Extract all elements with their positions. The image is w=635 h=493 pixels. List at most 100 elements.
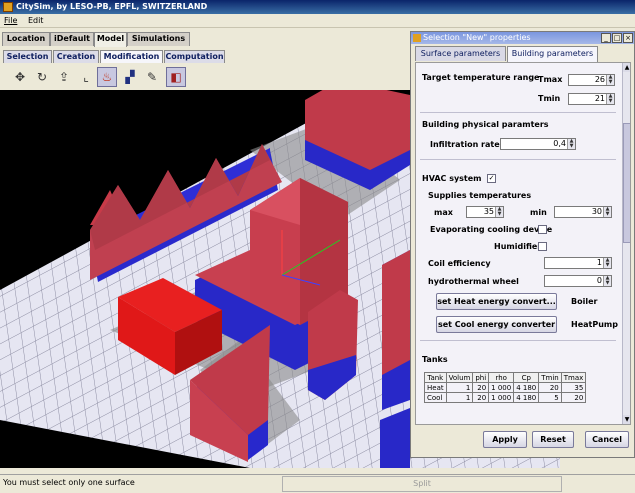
maximize-icon[interactable]: □	[612, 33, 622, 43]
column-header[interactable]: Cp	[513, 372, 540, 383]
menu-edit[interactable]: Edit	[24, 14, 48, 28]
tab-idefault[interactable]: iDefault	[50, 32, 94, 46]
pipette-icon[interactable]: ✎	[142, 67, 162, 87]
supply-max-value: 35	[483, 207, 494, 216]
table-cell[interactable]: Cool	[424, 392, 447, 403]
supply-max-label: max	[434, 208, 453, 217]
cylinder-icon[interactable]: ◧	[166, 67, 186, 87]
move-icon[interactable]: ✥	[10, 67, 30, 87]
hydrothermal-wheel-spinner[interactable]: ▲ ▼	[603, 276, 611, 286]
hydrothermal-wheel-field[interactable]: 0 ▲ ▼	[544, 275, 612, 287]
column-header[interactable]: Tmin	[538, 372, 562, 383]
hvac-checkbox[interactable]: ✓	[487, 174, 496, 183]
tmin-value: 21	[594, 94, 605, 103]
table-cell[interactable]: 1	[445, 392, 474, 403]
supply-min-spinner[interactable]: ▲ ▼	[603, 207, 611, 217]
menu-bar: File Edit	[0, 14, 635, 28]
minimize-icon[interactable]: _	[601, 33, 611, 43]
coil-efficiency-spinner[interactable]: ▲ ▼	[603, 258, 611, 268]
tab-model[interactable]: Model	[94, 32, 127, 47]
tmin-spinner[interactable]: ▲ ▼	[606, 94, 614, 104]
tmax-field[interactable]: 26 ▲ ▼	[568, 74, 615, 86]
tab-surface-parameters[interactable]: Surface parameters	[415, 46, 506, 61]
dialog-title-bar[interactable]: Selection "New" properties _ □ ×	[411, 32, 634, 44]
tmax-spinner[interactable]: ▲ ▼	[606, 75, 614, 85]
hydrothermal-wheel-label: hydrothermal wheel	[428, 277, 519, 286]
cool-converter-value: HeatPump	[571, 320, 618, 329]
app-icon	[3, 2, 13, 12]
table-cell[interactable]: 20	[538, 382, 562, 393]
table-cell[interactable]: 20	[560, 392, 587, 403]
fire-icon[interactable]: ♨	[97, 67, 117, 87]
status-message: You must select only one surface	[3, 478, 135, 487]
building-parameters-panel: Target temperature range Tmax 26 ▲ ▼ Tmin…	[415, 62, 631, 425]
tmin-field[interactable]: 21 ▲ ▼	[568, 93, 615, 105]
apply-button[interactable]: Apply	[483, 431, 527, 448]
reset-button[interactable]: Reset	[532, 431, 574, 448]
infiltration-field[interactable]: 0,4 ▲ ▼	[500, 138, 576, 150]
tanks-table[interactable]: Tank Volum phi rho Cp Tmin Tmax Heat 1 2…	[424, 372, 587, 403]
tmax-label: Tmax	[538, 75, 563, 84]
infiltration-spinner[interactable]: ▲ ▼	[567, 139, 575, 149]
tanks-label: Tanks	[422, 355, 448, 364]
set-heat-converter-button[interactable]: set Heat energy convert...	[436, 293, 557, 310]
supply-max-spinner[interactable]: ▲ ▼	[495, 207, 503, 217]
table-row[interactable]: Cool 1 20 1 000 4 180 5 20	[424, 392, 587, 403]
subtab-modification[interactable]: Modification	[100, 50, 163, 63]
dialog-icon	[413, 34, 421, 42]
table-cell[interactable]: 4 180	[513, 392, 540, 403]
extrude-icon[interactable]: ⇪	[54, 67, 74, 87]
building-right-edge[interactable]	[380, 250, 410, 468]
table-cell[interactable]: 1 000	[488, 392, 515, 403]
hvac-label: HVAC system	[422, 174, 482, 183]
rotate-icon[interactable]: ↻	[32, 67, 52, 87]
coil-efficiency-label: Coil efficiency	[428, 259, 491, 268]
table-row[interactable]: Heat 1 20 1 000 4 180 20 35	[424, 382, 587, 393]
split-button[interactable]: Split	[282, 476, 562, 492]
supply-min-label: min	[530, 208, 547, 217]
supply-min-field[interactable]: 30 ▲ ▼	[554, 206, 612, 218]
table-cell[interactable]: Heat	[424, 382, 447, 393]
subtab-selection[interactable]: Selection	[3, 50, 52, 63]
separator	[420, 159, 616, 160]
menu-file[interactable]: File	[0, 14, 21, 28]
corner-icon[interactable]: ⌞	[76, 67, 96, 87]
coil-efficiency-value: 1	[596, 258, 602, 267]
column-header[interactable]: Volum	[445, 372, 474, 383]
column-header[interactable]: phi	[472, 372, 490, 383]
table-cell[interactable]: 35	[560, 382, 587, 393]
table-cell[interactable]: 1 000	[488, 382, 515, 393]
tab-building-parameters[interactable]: Building parameters	[507, 46, 598, 62]
evap-cooling-label: Evaporating cooling device	[430, 225, 553, 234]
column-header[interactable]: rho	[488, 372, 515, 383]
table-cell[interactable]: 1	[445, 382, 474, 393]
supply-min-value: 30	[591, 207, 602, 216]
scroll-up-icon[interactable]: ▲	[623, 63, 630, 72]
table-cell[interactable]: 20	[472, 392, 490, 403]
modification-toolbar: ✥ ↻ ⇪ ⌞ ♨ ▞ ✎ ◧	[0, 64, 410, 90]
close-icon[interactable]: ×	[623, 33, 633, 43]
column-header[interactable]: Tank	[424, 372, 447, 383]
supply-max-field[interactable]: 35 ▲ ▼	[466, 206, 504, 218]
tab-location[interactable]: Location	[2, 32, 50, 46]
subtab-creation[interactable]: Creation	[53, 50, 99, 63]
separator	[420, 112, 616, 113]
scroll-thumb[interactable]	[623, 123, 630, 243]
table-cell[interactable]: 5	[538, 392, 562, 403]
tab-simulations[interactable]: Simulations	[127, 32, 190, 46]
humidifier-checkbox[interactable]	[538, 242, 547, 251]
paint-icon[interactable]: ▞	[120, 67, 140, 87]
cancel-button[interactable]: Cancel	[585, 431, 629, 448]
supplies-temp-label: Supplies temperatures	[428, 191, 532, 200]
panel-scrollbar[interactable]: ▲ ▼	[622, 63, 630, 424]
subtab-computation[interactable]: Computation	[164, 50, 225, 63]
table-cell[interactable]: 20	[472, 382, 490, 393]
column-header[interactable]: Tmax	[560, 372, 587, 383]
evap-cooling-checkbox[interactable]	[538, 225, 547, 234]
dialog-title: Selection "New" properties	[423, 33, 531, 42]
coil-efficiency-field[interactable]: 1 ▲ ▼	[544, 257, 612, 269]
scroll-down-icon[interactable]: ▼	[623, 415, 630, 424]
hydrothermal-wheel-value: 0	[596, 276, 602, 285]
set-cool-converter-button[interactable]: set Cool energy converter	[436, 316, 557, 333]
table-cell[interactable]: 4 180	[513, 382, 540, 393]
